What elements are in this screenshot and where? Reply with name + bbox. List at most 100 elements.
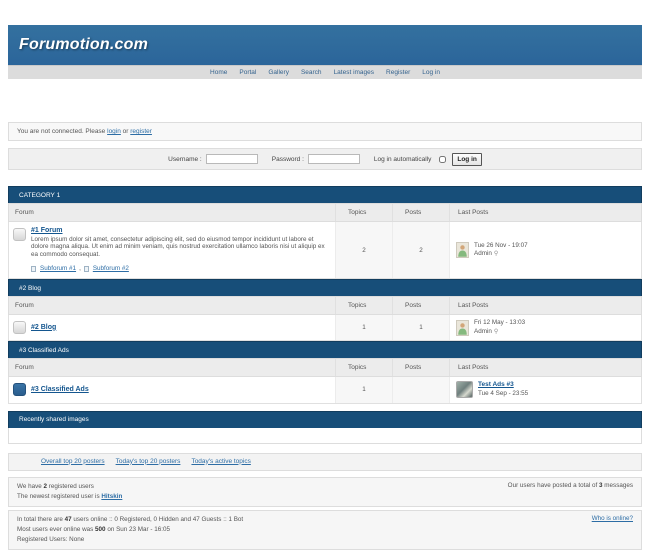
- connect-notice-or: or: [123, 128, 129, 135]
- forum-status-icon-new-posts: [13, 383, 26, 396]
- last-post-info: Fri 12 May - 13:03 Admin ⚲: [474, 319, 525, 336]
- nav-portal[interactable]: Portal: [239, 69, 256, 76]
- blog-forum-link[interactable]: #2 Blog: [31, 324, 56, 331]
- forum-1-description: Lorem ipsum dolor sit amet, consectetur …: [31, 236, 331, 258]
- last-post-thumbnail[interactable]: [456, 381, 473, 398]
- forum-1-topics-count: 2: [335, 222, 392, 278]
- ads-posts-count: [392, 377, 449, 402]
- nav-search[interactable]: Search: [301, 69, 322, 76]
- messages-post: messages: [604, 482, 633, 489]
- forum-row-blog: #2 Blog 1 1 Fri 12 May - 13:03 Admin ⚲: [8, 315, 642, 341]
- today-top-posters-link[interactable]: Today's top 20 posters: [116, 458, 181, 465]
- subforum-1-link[interactable]: Subforum #1: [40, 265, 76, 272]
- column-header-forum: Forum: [9, 359, 335, 376]
- newest-pre: The newest registered user is: [17, 493, 100, 500]
- subforum-2-link[interactable]: Subforum #2: [93, 265, 129, 272]
- view-latest-post-icon[interactable]: ⚲: [494, 250, 498, 258]
- view-latest-post-icon[interactable]: ⚲: [494, 328, 498, 336]
- blog-posts-count: 1: [392, 315, 449, 340]
- nav-home[interactable]: Home: [210, 69, 227, 76]
- logo-suffix: .com: [110, 36, 148, 53]
- forum-cell: #2 Blog: [9, 315, 335, 340]
- forum-1-link[interactable]: #1 Forum: [31, 227, 63, 234]
- ads-last-post: Test Ads #3 Tue 4 Sep - 23:55: [449, 377, 641, 402]
- online-stats: In total there are 47 users online :: 0 …: [17, 515, 243, 545]
- ads-section-title: #3 Classified Ads: [8, 341, 642, 358]
- online-post: users online :: 0 Registered, 0 Hidden a…: [73, 516, 243, 523]
- forum-1-last-post: Tue 26 Nov - 19:07 Admin ⚲: [449, 222, 641, 278]
- site-logo: Forumotion.com: [19, 36, 148, 54]
- forum-row-1: #1 Forum Lorem ipsum dolor sit amet, con…: [8, 222, 642, 279]
- last-post-date: Fri 12 May - 13:03: [474, 319, 525, 328]
- column-header-topics: Topics: [335, 297, 392, 314]
- ads-table-header: Forum Topics Posts Last Posts: [8, 358, 642, 377]
- header-banner: Forumotion.com: [8, 25, 642, 65]
- login-button[interactable]: Log in: [452, 153, 482, 166]
- blog-last-post: Fri 12 May - 13:03 Admin ⚲: [449, 315, 641, 340]
- last-post-topic-link[interactable]: Test Ads #3: [478, 381, 514, 388]
- registered-users-none-line: Registered Users: None: [17, 535, 243, 545]
- blog-table-header: Forum Topics Posts Last Posts: [8, 296, 642, 315]
- column-header-topics: Topics: [335, 359, 392, 376]
- username-input[interactable]: [206, 154, 258, 164]
- messages-pre: Our users have posted a total of: [508, 482, 598, 489]
- forum-info: #1 Forum Lorem ipsum dolor sit amet, con…: [31, 227, 331, 272]
- default-avatar: [456, 320, 469, 336]
- password-input[interactable]: [308, 154, 360, 164]
- last-post-author: Admin: [474, 250, 492, 259]
- record-pre: Most users ever online was: [17, 526, 93, 533]
- recent-images-section: Recently shared images: [8, 411, 642, 444]
- category-1-section: CATEGORY 1 Forum Topics Posts Last Posts…: [8, 186, 642, 279]
- overall-top-posters-link[interactable]: Overall top 20 posters: [41, 458, 105, 465]
- last-post-author: Admin: [474, 328, 492, 337]
- users-post: registered users: [49, 483, 94, 490]
- who-is-online-link[interactable]: Who is online?: [592, 515, 633, 522]
- members-stats: We have 2 registered users The newest re…: [17, 482, 122, 502]
- forum-status-icon: [13, 228, 26, 241]
- page: Forumotion.com Home Portal Gallery Searc…: [0, 25, 650, 550]
- column-header-forum: Forum: [9, 297, 335, 314]
- connect-notice: You are not connected. Please login or r…: [8, 122, 642, 141]
- recent-images-body: [8, 428, 642, 444]
- messages-count: 3: [599, 482, 603, 489]
- online-stats-box: In total there are 47 users online :: 0 …: [8, 510, 642, 550]
- who-is-online: Who is online?: [592, 515, 633, 545]
- recent-images-title: Recently shared images: [8, 411, 642, 428]
- auto-login-label: Log in automatically: [374, 156, 431, 163]
- auto-login-checkbox[interactable]: [439, 156, 446, 163]
- login-link[interactable]: login: [107, 128, 121, 135]
- subforum-icon: [84, 266, 89, 272]
- nav-latest-images[interactable]: Latest images: [334, 69, 374, 76]
- nav-login[interactable]: Log in: [422, 69, 440, 76]
- members-stats-box: We have 2 registered users The newest re…: [8, 477, 642, 507]
- subforum-list: Subforum #1 , Subforum #2: [31, 265, 331, 272]
- last-post-info: Test Ads #3 Tue 4 Sep - 23:55: [478, 381, 528, 398]
- column-header-posts: Posts: [392, 359, 449, 376]
- nav-gallery[interactable]: Gallery: [268, 69, 289, 76]
- connect-notice-text: You are not connected. Please: [17, 128, 105, 135]
- ads-section: #3 Classified Ads Forum Topics Posts Las…: [8, 341, 642, 403]
- subforum-separator: ,: [79, 265, 81, 272]
- registered-users-line: We have 2 registered users: [17, 482, 122, 492]
- forum-status-icon: [13, 321, 26, 334]
- users-online-line: In total there are 47 users online :: 0 …: [17, 515, 243, 525]
- record-count: 500: [95, 526, 106, 533]
- category-1-table-header: Forum Topics Posts Last Posts: [8, 203, 642, 222]
- statistics-links: Overall top 20 posters Today's top 20 po…: [8, 453, 642, 471]
- nav-register[interactable]: Register: [386, 69, 410, 76]
- newest-user-link[interactable]: Hitskin: [101, 493, 122, 500]
- online-count: 47: [65, 516, 72, 523]
- users-pre: We have: [17, 483, 42, 490]
- blog-section-title: #2 Blog: [8, 279, 642, 296]
- today-active-topics-link[interactable]: Today's active topics: [191, 458, 250, 465]
- ads-forum-link[interactable]: #3 Classified Ads: [31, 386, 89, 393]
- column-header-last-posts: Last Posts: [449, 297, 641, 314]
- forum-row-ads: #3 Classified Ads 1 Test Ads #3 Tue 4 Se…: [8, 377, 642, 403]
- logo-main: Forumotion: [19, 36, 110, 53]
- forum-cell: #3 Classified Ads: [9, 377, 335, 402]
- column-header-last-posts: Last Posts: [449, 359, 641, 376]
- last-post-date: Tue 26 Nov - 19:07: [474, 242, 528, 251]
- register-link[interactable]: register: [130, 128, 152, 135]
- password-label: Password :: [272, 156, 304, 163]
- online-pre: In total there are: [17, 516, 63, 523]
